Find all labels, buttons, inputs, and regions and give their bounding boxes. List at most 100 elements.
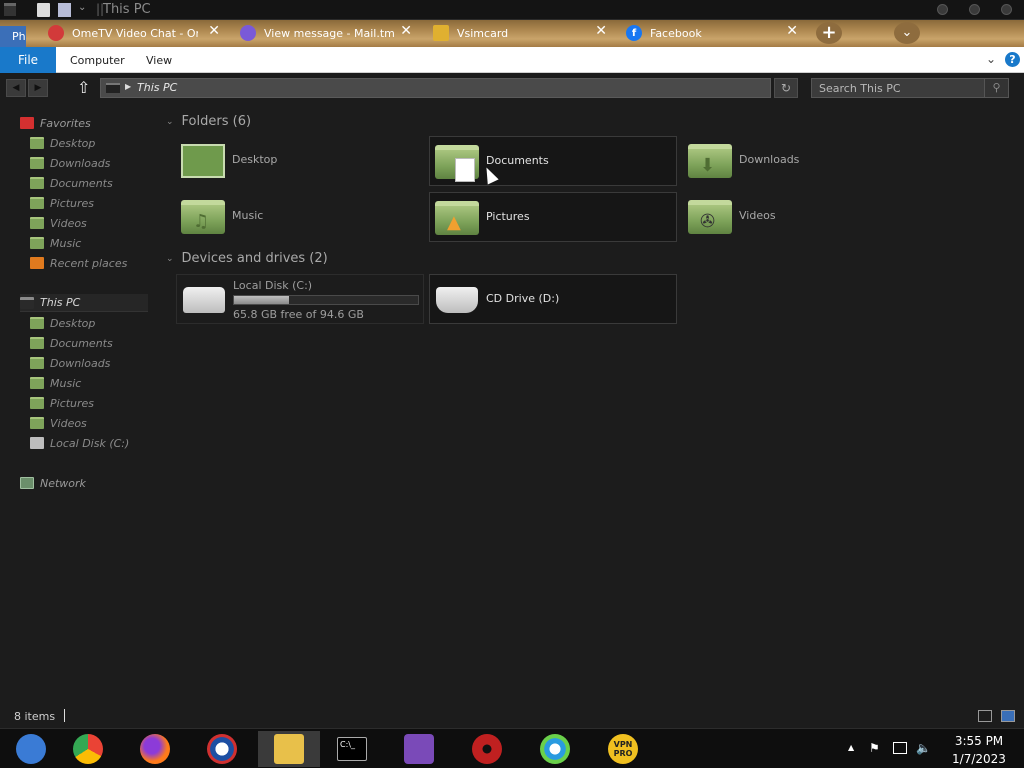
close-tab-icon[interactable]: ✕ xyxy=(400,23,412,39)
refresh-button[interactable]: ↻ xyxy=(774,78,798,98)
taskbar-command-prompt[interactable]: C:\_ xyxy=(321,731,383,767)
browser-tab-strip: Ph OmeTV Video Chat - Onl ✕ View message… xyxy=(0,20,1024,47)
tab-menu-button[interactable]: ⌄ xyxy=(894,22,920,44)
mail-tm-icon xyxy=(240,25,256,41)
hard-disk-icon xyxy=(183,287,225,313)
taskbar-people[interactable] xyxy=(388,731,450,767)
folder-tile-music[interactable]: ♫ Music xyxy=(176,192,424,242)
nav-favorites-downloads[interactable]: Downloads xyxy=(30,154,180,172)
nav-favorites-recent-places[interactable]: Recent places xyxy=(30,254,180,272)
folder-tile-desktop[interactable]: Desktop xyxy=(176,136,424,186)
details-view-icon[interactable] xyxy=(978,710,992,722)
search-input[interactable] xyxy=(812,79,984,97)
browser-corner-tab[interactable]: Ph xyxy=(0,26,26,47)
up-button[interactable]: ⇧ xyxy=(77,78,90,97)
large-icons-view-icon[interactable] xyxy=(1001,710,1015,722)
forward-button[interactable]: ▶ xyxy=(28,79,48,97)
folder-tile-downloads[interactable]: ⬇ Downloads xyxy=(683,136,931,186)
taskbar-chrome[interactable] xyxy=(57,731,119,767)
volume-icon[interactable]: 🔈 xyxy=(916,741,931,755)
nav-this-pc[interactable]: This PC xyxy=(20,294,148,312)
nav-favorites-documents[interactable]: Documents xyxy=(30,174,180,192)
nav-network[interactable]: Network xyxy=(20,474,170,492)
folders-group-header[interactable]: ⌄ Folders (6) xyxy=(166,114,251,129)
new-tab-button[interactable]: + xyxy=(816,22,842,44)
nav-this-pc-videos[interactable]: Videos xyxy=(30,414,180,432)
chrome-icon xyxy=(73,734,103,764)
nav-label: Videos xyxy=(50,416,87,430)
back-button[interactable]: ◀ xyxy=(6,79,26,97)
folder-name: Documents xyxy=(486,154,549,167)
nav-this-pc-music[interactable]: Music xyxy=(30,374,180,392)
nav-label: Desktop xyxy=(50,316,96,330)
nav-label: Recent places xyxy=(50,256,128,270)
nav-favorites-desktop[interactable]: Desktop xyxy=(30,134,180,152)
browser-tab-mail-tm[interactable]: View message - Mail.tm ✕ xyxy=(240,22,412,44)
breadcrumb-arrow-icon[interactable]: ▶ xyxy=(125,82,131,91)
nav-this-pc-desktop[interactable]: Desktop xyxy=(30,314,180,332)
nav-favorites[interactable]: Favorites xyxy=(20,114,170,132)
taskbar-browser[interactable] xyxy=(524,731,586,767)
documents-folder-icon xyxy=(435,145,479,182)
nav-label: Downloads xyxy=(50,156,111,170)
folder-tile-videos[interactable]: ✇ Videos xyxy=(683,192,931,242)
action-center-flag-icon[interactable]: ⚑ xyxy=(869,741,880,755)
nav-this-pc-documents[interactable]: Documents xyxy=(30,334,180,352)
taskbar-firefox[interactable] xyxy=(124,731,186,767)
nav-favorites-music[interactable]: Music xyxy=(30,234,180,252)
drives-group-header[interactable]: ⌄ Devices and drives (2) xyxy=(166,251,328,266)
nav-favorites-videos[interactable]: Videos xyxy=(30,214,180,232)
nav-label: Music xyxy=(50,376,82,390)
drive-tile-cd-drive[interactable]: CD Drive (D:) xyxy=(429,274,677,324)
collapse-ribbon-icon[interactable]: ⌄ xyxy=(986,52,996,66)
nav-this-pc-local-disk[interactable]: Local Disk (C:) xyxy=(30,434,180,452)
music-folder-icon: ♫ xyxy=(181,200,225,234)
maximize-icon[interactable] xyxy=(969,4,980,15)
window-title-bar: ⌄ || This PC xyxy=(0,0,1024,20)
nav-this-pc-downloads[interactable]: Downloads xyxy=(30,354,180,372)
tray-overflow-icon[interactable]: ▲ xyxy=(848,743,854,752)
file-explorer-icon xyxy=(274,734,304,764)
minimize-icon[interactable] xyxy=(937,4,948,15)
address-bar[interactable]: ▶ This PC xyxy=(100,78,771,98)
breadcrumb[interactable]: This PC xyxy=(137,81,177,94)
pictures-folder-icon: ▲ xyxy=(435,201,479,235)
close-tab-icon[interactable]: ✕ xyxy=(208,23,220,39)
file-tab[interactable]: File xyxy=(0,47,56,73)
desktop-folder-icon xyxy=(30,137,44,149)
item-count: 8 items xyxy=(14,710,56,723)
drive-free-space: 65.8 GB free of 94.6 GB xyxy=(233,308,364,321)
browser-tab-vsimcard[interactable]: Vsimcard ✕ xyxy=(433,22,607,44)
taskbar-start[interactable] xyxy=(0,731,62,767)
taskbar-obama[interactable] xyxy=(191,731,253,767)
network-tray-icon[interactable] xyxy=(893,742,907,754)
tab-computer[interactable]: Computer xyxy=(70,54,125,67)
system-menu-icon[interactable] xyxy=(4,3,16,16)
help-icon[interactable]: ? xyxy=(1005,52,1020,67)
browser-tab-ometv[interactable]: OmeTV Video Chat - Onl ✕ xyxy=(48,22,220,44)
nav-favorites-pictures[interactable]: Pictures xyxy=(30,194,180,212)
quick-access-properties-icon[interactable] xyxy=(37,3,50,17)
clock-time: 3:55 PM xyxy=(954,734,1004,748)
browser-tab-facebook[interactable]: f Facebook ✕ xyxy=(626,22,798,44)
taskbar-file-explorer[interactable] xyxy=(258,731,320,767)
taskbar-clock[interactable]: 3:55 PM 1/7/2023 xyxy=(940,732,1018,768)
folder-tile-pictures[interactable]: ▲ Pictures xyxy=(429,192,677,242)
pictures-folder-icon xyxy=(30,197,44,209)
close-tab-icon[interactable]: ✕ xyxy=(595,23,607,39)
close-tab-icon[interactable]: ✕ xyxy=(786,23,798,39)
search-icon[interactable]: ⚲ xyxy=(984,79,1008,97)
nav-label: Music xyxy=(50,236,82,250)
quick-access-dropdown-icon[interactable]: ⌄ xyxy=(78,2,86,13)
tab-view[interactable]: View xyxy=(146,54,172,67)
folder-tile-documents[interactable]: Documents xyxy=(429,136,677,186)
taskbar-vpn-pro[interactable]: VPN PRO xyxy=(592,731,654,767)
nav-this-pc-pictures[interactable]: Pictures xyxy=(30,394,180,412)
drive-tile-local-disk[interactable]: Local Disk (C:) 65.8 GB free of 94.6 GB xyxy=(176,274,424,324)
close-icon[interactable] xyxy=(1001,4,1012,15)
quick-access-new-folder-icon[interactable] xyxy=(58,3,71,17)
window-title: This PC xyxy=(103,2,151,17)
nav-label: Desktop xyxy=(50,136,96,150)
ribbon-tabs: File Computer View ⌄ ? xyxy=(0,47,1024,73)
taskbar-radiation[interactable] xyxy=(456,731,518,767)
